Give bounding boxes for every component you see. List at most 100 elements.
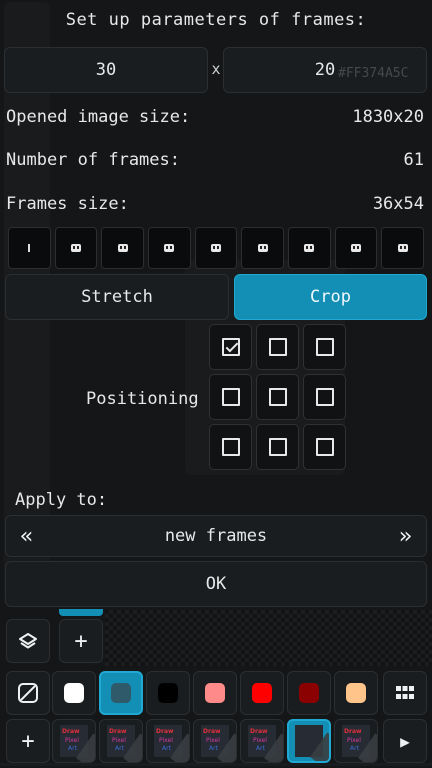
plus-icon: + xyxy=(74,628,88,654)
plus-icon: + xyxy=(21,728,35,754)
crop-label: Crop xyxy=(310,287,351,307)
frame-text: Draw xyxy=(344,728,362,735)
apply-to-value: new frames xyxy=(164,526,268,546)
frame-preview xyxy=(194,227,238,269)
color-swatch[interactable] xyxy=(287,671,331,715)
color-dot xyxy=(158,683,178,703)
add-frame-button[interactable]: + xyxy=(6,719,50,763)
color-swatch[interactable] xyxy=(52,671,96,715)
position-cell[interactable] xyxy=(209,374,252,420)
frame-text: Art xyxy=(162,745,171,752)
frame-text: Pixel xyxy=(347,737,361,744)
positioning-grid xyxy=(209,324,346,470)
frame-thumbnail[interactable]: Draw Pixel Art xyxy=(52,719,96,763)
frame-preview-sprite xyxy=(164,244,175,252)
frame-thumbnail[interactable]: Draw Pixel Art xyxy=(99,719,143,763)
color-dot xyxy=(252,683,272,703)
opened-size-row: Opened image size: 1830x20 xyxy=(6,107,424,127)
frame-text: Draw xyxy=(62,728,80,735)
frame-preview-sprite xyxy=(28,244,31,252)
frame-preview-sprite xyxy=(257,244,268,252)
background-color-code: #FF374A5C xyxy=(338,66,409,81)
frames-size-value: 36x54 xyxy=(372,194,424,214)
layers-icon xyxy=(19,633,37,649)
position-cell[interactable] xyxy=(209,424,252,470)
position-cell[interactable] xyxy=(303,374,346,420)
position-checkbox xyxy=(221,438,240,456)
frame-preview-sprite xyxy=(211,244,222,252)
frame-thumbnail[interactable]: Draw Pixel Art xyxy=(193,719,237,763)
frame-text: Pixel xyxy=(65,737,79,744)
frame-preview xyxy=(241,227,285,269)
frame-preview-sprite xyxy=(351,244,362,252)
position-cell[interactable] xyxy=(256,374,299,420)
frame-text: Draw xyxy=(109,728,127,735)
frame-preview xyxy=(288,227,331,269)
frame-text: Draw xyxy=(203,728,221,735)
color-dot xyxy=(205,683,225,703)
frame-text: Draw xyxy=(250,728,268,735)
color-swatch[interactable] xyxy=(240,671,284,715)
transparent-canvas-strip xyxy=(105,610,432,666)
position-cell[interactable] xyxy=(256,424,299,470)
timeline-bar xyxy=(0,763,432,766)
opened-size-label: Opened image size: xyxy=(6,107,191,127)
frame-thumbnail[interactable]: Draw Pixel Art xyxy=(334,719,378,763)
play-button[interactable]: ▶ xyxy=(383,719,427,763)
color-swatch[interactable] xyxy=(334,671,378,715)
frame-text: Pixel xyxy=(159,737,173,744)
frame-preview-sprite xyxy=(304,244,315,252)
stretch-button[interactable]: Stretch xyxy=(5,274,229,320)
frame-thumbnail[interactable] xyxy=(287,719,331,763)
frame-text: Art xyxy=(68,745,77,752)
frame-text: Art xyxy=(256,745,265,752)
frames-size-label: Frames size: xyxy=(6,194,129,214)
ok-label: OK xyxy=(205,574,227,594)
position-checkbox xyxy=(268,388,287,406)
apply-to-selector: « new frames » xyxy=(5,515,427,557)
ok-button[interactable]: OK xyxy=(5,561,427,607)
position-cell[interactable] xyxy=(256,324,299,370)
position-cell[interactable] xyxy=(209,324,252,370)
frame-text: Art xyxy=(350,745,359,752)
color-swatch[interactable] xyxy=(146,671,190,715)
frame-preview xyxy=(8,227,51,269)
add-layer-button[interactable]: + xyxy=(59,619,103,663)
frame-text: Draw xyxy=(156,728,174,735)
position-checkbox xyxy=(221,338,240,356)
frame-height-value: 20 xyxy=(314,60,336,80)
frame-preview xyxy=(381,227,425,269)
color-dot xyxy=(299,683,319,703)
opened-size-value: 1830x20 xyxy=(352,107,424,127)
position-cell[interactable] xyxy=(303,324,346,370)
position-checkbox xyxy=(221,388,240,406)
frame-thumbnail[interactable]: Draw Pixel Art xyxy=(146,719,190,763)
position-cell[interactable] xyxy=(303,424,346,470)
frames-timeline: Draw Pixel Art Draw Pixel Art Draw Pixel Art Draw… xyxy=(52,719,378,763)
frames-count-label: Number of frames: xyxy=(6,150,180,170)
frame-text: Pixel xyxy=(112,737,126,744)
color-dot xyxy=(346,683,366,703)
position-checkbox xyxy=(268,438,287,456)
apply-prev-button[interactable]: « xyxy=(20,524,33,549)
layers-button[interactable] xyxy=(6,619,50,663)
color-swatch[interactable] xyxy=(193,671,237,715)
frames-count-value: 61 xyxy=(403,150,424,170)
position-checkbox xyxy=(315,388,334,406)
no-color-button[interactable] xyxy=(6,671,50,715)
color-swatch[interactable] xyxy=(99,671,143,715)
frame-thumbnail[interactable]: Draw Pixel Art xyxy=(240,719,284,763)
color-palette xyxy=(52,671,378,715)
frame-preview xyxy=(54,227,98,269)
frame-text: Art xyxy=(209,745,218,752)
frame-width-input[interactable]: 30 xyxy=(4,47,208,93)
frame-text: Pixel xyxy=(206,737,220,744)
frame-width-value: 30 xyxy=(95,60,117,80)
palette-grid-button[interactable] xyxy=(383,671,427,715)
crop-button[interactable]: Crop xyxy=(234,274,427,320)
apply-next-button[interactable]: » xyxy=(399,524,412,549)
play-icon: ▶ xyxy=(400,731,410,751)
frame-preview xyxy=(101,227,145,269)
frame-text: Art xyxy=(115,745,124,752)
no-color-icon xyxy=(18,683,38,703)
